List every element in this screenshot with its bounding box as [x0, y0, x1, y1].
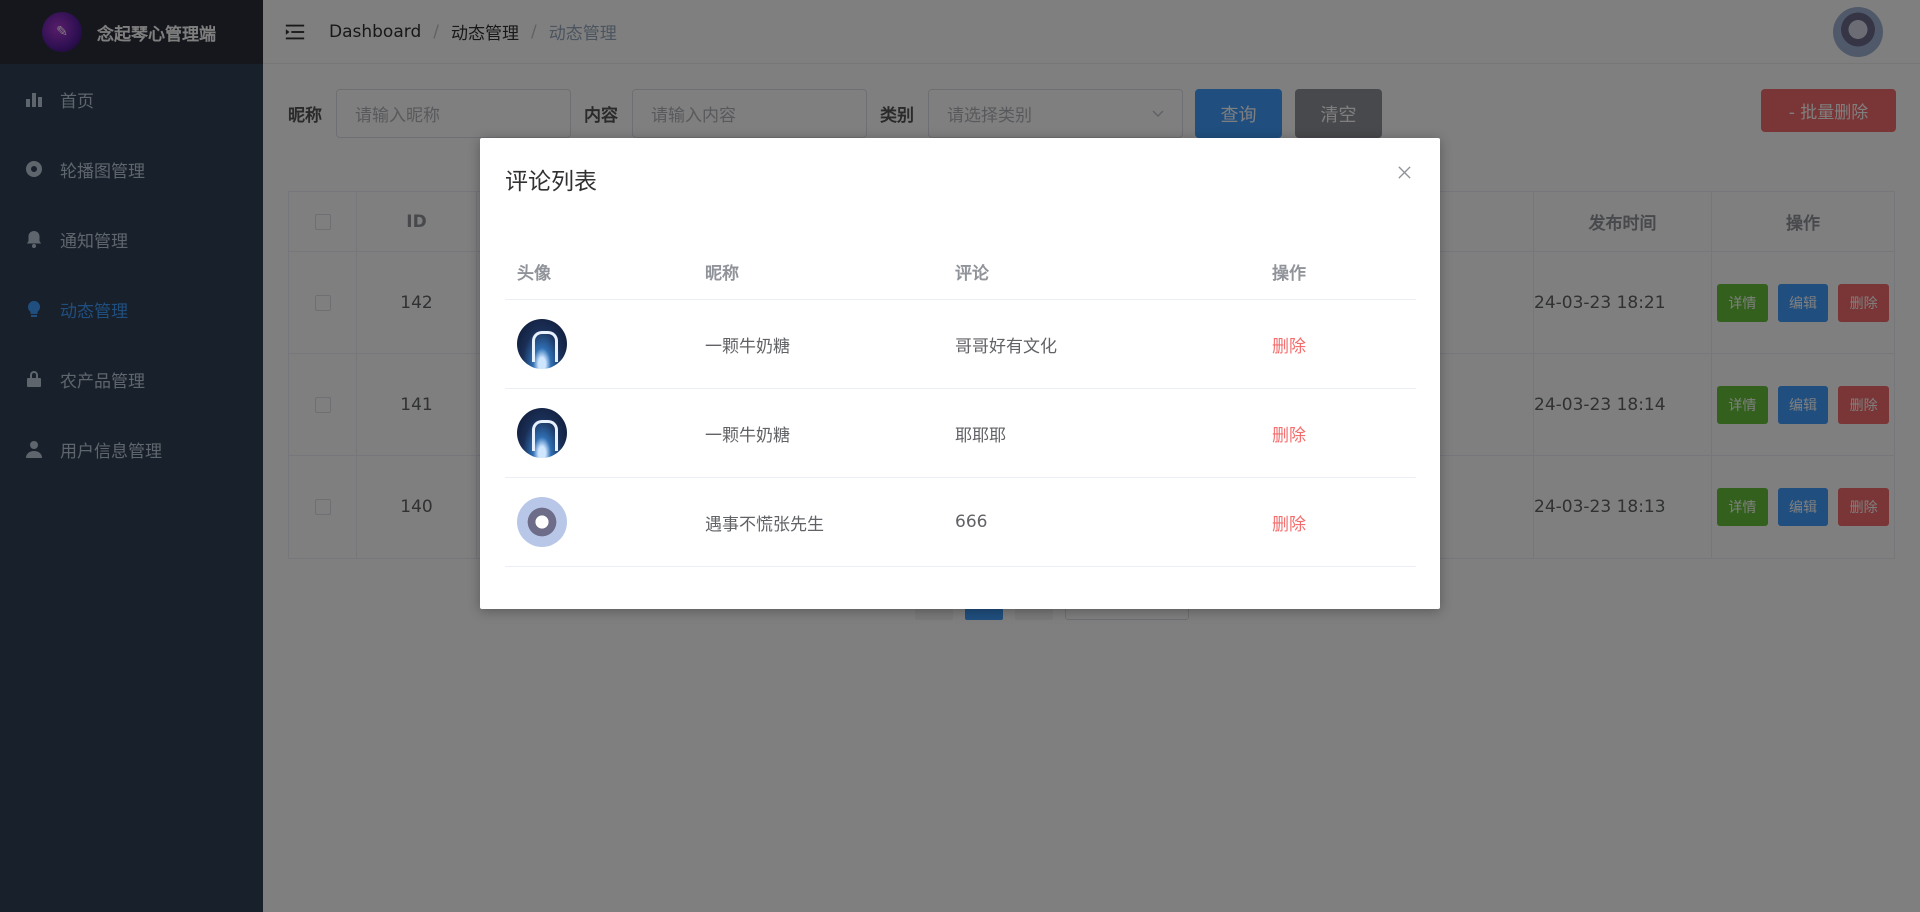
delete-comment-link[interactable]: 删除 [1272, 421, 1306, 446]
table-row: 一颗牛奶糖 哥哥好有文化 删除 [505, 300, 1416, 389]
avatar [517, 319, 567, 369]
cell-comment: 666 [955, 512, 988, 532]
header-comment: 评论 [955, 263, 989, 284]
delete-comment-link[interactable]: 删除 [1272, 510, 1306, 535]
delete-comment-link[interactable]: 删除 [1272, 332, 1306, 357]
table-header-row: 头像 昵称 评论 操作 [505, 243, 1416, 300]
header-ops: 操作 [1272, 263, 1306, 284]
cell-nickname: 一颗牛奶糖 [705, 336, 790, 357]
cell-comment: 哥哥好有文化 [955, 336, 1057, 357]
cell-nickname: 一颗牛奶糖 [705, 425, 790, 446]
comments-dialog: 评论列表 头像 昵称 评论 操作 一颗牛奶糖 哥哥好有文化 删除 一颗牛奶糖 耶… [480, 138, 1440, 609]
avatar [517, 497, 567, 547]
avatar [517, 408, 567, 458]
cell-nickname: 遇事不慌张先生 [705, 514, 824, 535]
header-nickname: 昵称 [705, 263, 739, 284]
cell-comment: 耶耶耶 [955, 425, 1006, 446]
close-icon[interactable] [1394, 162, 1414, 182]
header-avatar: 头像 [517, 263, 551, 284]
comments-table: 头像 昵称 评论 操作 一颗牛奶糖 哥哥好有文化 删除 一颗牛奶糖 耶耶耶 删除… [505, 243, 1416, 567]
table-row: 一颗牛奶糖 耶耶耶 删除 [505, 389, 1416, 478]
table-row: 遇事不慌张先生 666 删除 [505, 478, 1416, 567]
dialog-title: 评论列表 [505, 169, 597, 195]
